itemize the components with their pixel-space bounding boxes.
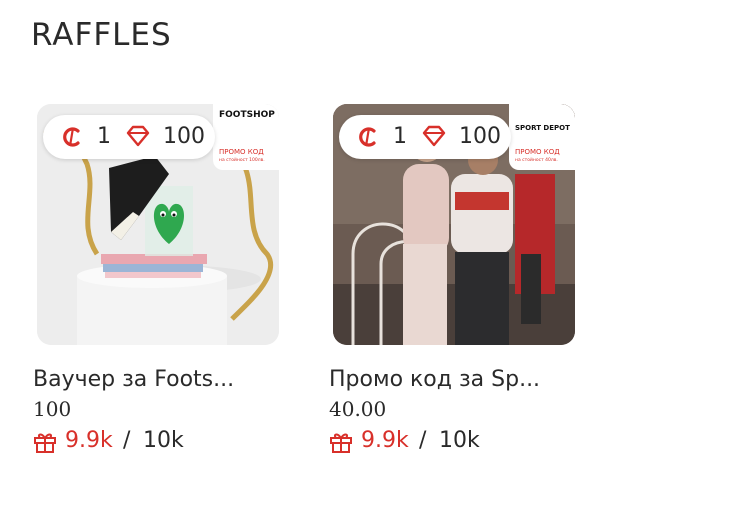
entries-total: 10k bbox=[143, 428, 184, 453]
gem-icon bbox=[126, 125, 150, 147]
coin-icon bbox=[359, 127, 376, 147]
coin-cost: 1 bbox=[393, 124, 407, 149]
promo-subtitle: на стойност 100лв. bbox=[219, 158, 265, 163]
gem-icon bbox=[422, 125, 446, 147]
entries-current: 9.9k bbox=[65, 428, 113, 453]
raffle-card[interactable]: FOOTSHOP ПРОМО КОД на стойност 100лв. 1 … bbox=[33, 104, 279, 453]
coin-icon bbox=[63, 127, 80, 147]
promo-subtitle: на стойност 40лв. bbox=[515, 158, 558, 163]
gem-cost: 100 bbox=[459, 124, 501, 149]
raffle-image[interactable]: SPORT DEPOT ПРОМО КОД на стойност 40лв. … bbox=[333, 104, 575, 345]
raffle-value: 40.00 bbox=[329, 397, 387, 421]
brand-badge: SPORT DEPOT ПРОМО КОД на стойност 40лв. bbox=[509, 104, 575, 170]
entries-separator: / bbox=[123, 428, 131, 453]
promo-label: ПРОМО КОД bbox=[219, 148, 264, 156]
coin-cost: 1 bbox=[97, 124, 111, 149]
gift-icon bbox=[330, 433, 352, 453]
promo-label: ПРОМО КОД bbox=[515, 148, 560, 156]
raffle-card[interactable]: SPORT DEPOT ПРОМО КОД на стойност 40лв. … bbox=[329, 104, 575, 453]
raffle-name[interactable]: Промо код за Sp... bbox=[329, 367, 540, 392]
gem-cost: 100 bbox=[163, 124, 205, 149]
entry-cost-pill: 1 100 bbox=[339, 115, 511, 159]
raffle-name[interactable]: Ваучер за Foots... bbox=[33, 367, 234, 392]
entries-separator: / bbox=[419, 428, 427, 453]
entries-current: 9.9k bbox=[361, 428, 409, 453]
brand-name: SPORT DEPOT bbox=[515, 124, 570, 132]
entry-cost-pill: 1 100 bbox=[43, 115, 215, 159]
raffle-value: 100 bbox=[33, 397, 72, 421]
brand-name: FOOTSHOP bbox=[219, 110, 275, 120]
gift-icon bbox=[34, 433, 56, 453]
brand-badge: FOOTSHOP ПРОМО КОД на стойност 100лв. bbox=[213, 104, 279, 170]
section-title: RAFFLES bbox=[31, 17, 172, 53]
entries-total: 10k bbox=[439, 428, 480, 453]
raffle-image[interactable]: FOOTSHOP ПРОМО КОД на стойност 100лв. 1 … bbox=[37, 104, 279, 345]
